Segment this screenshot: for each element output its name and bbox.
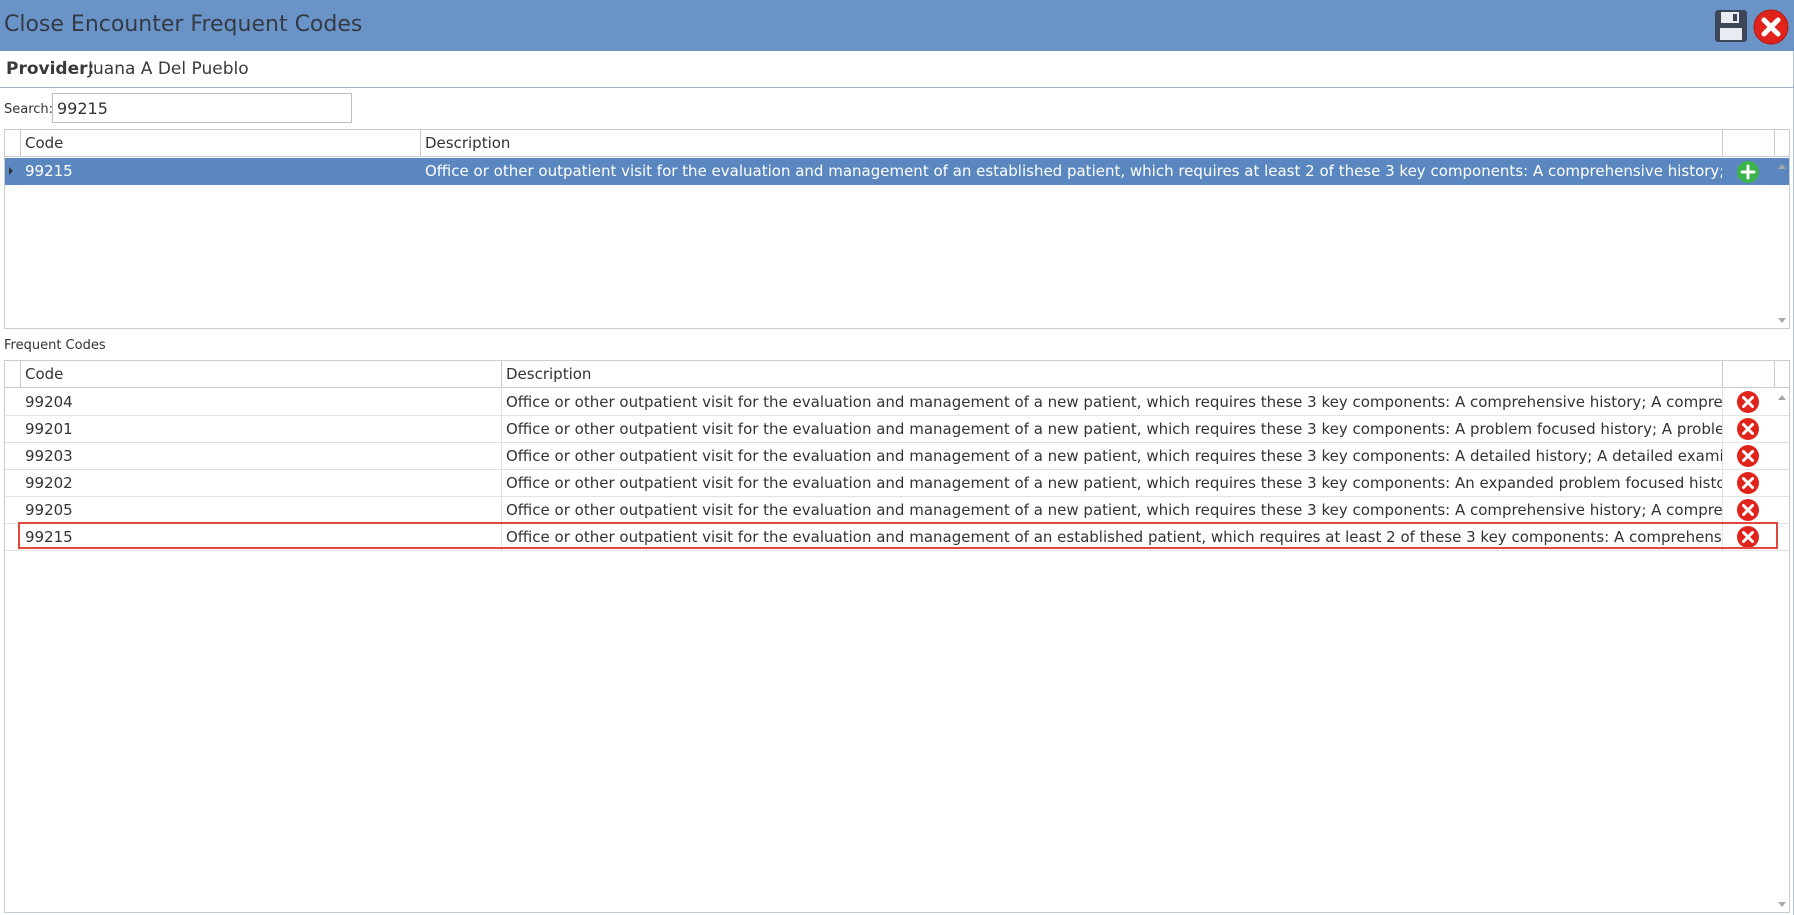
action-column-header (1723, 130, 1775, 157)
frequent-code-row[interactable]: 99203 Office or other outpatient visit f… (5, 443, 1789, 470)
frequent-codes-window: Close Encounter Frequent Codes Provider:… (0, 0, 1794, 915)
code-cell: 99203 (21, 443, 502, 470)
scroll-down-arrow-icon[interactable] (1778, 902, 1786, 907)
red-x-remove-icon (1737, 526, 1759, 548)
row-indicator-header (5, 361, 21, 388)
frequent-code-row[interactable]: 99201 Office or other outpatient visit f… (5, 416, 1789, 443)
remove-code-button[interactable] (1736, 390, 1760, 414)
scroll-up-arrow-icon[interactable] (1778, 395, 1786, 400)
code-cell: 99215 (21, 524, 502, 551)
provider-name: Juana A Del Pueblo (88, 59, 249, 79)
frequent-code-row[interactable]: 99215 Office or other outpatient visit f… (5, 524, 1789, 551)
code-cell: 99202 (21, 470, 502, 497)
description-cell: Office or other outpatient visit for the… (502, 443, 1723, 470)
green-plus-add-icon (1737, 161, 1759, 183)
frequent-code-row[interactable]: 99205 Office or other outpatient visit f… (5, 497, 1789, 524)
frequent-codes-label: Frequent Codes (4, 338, 106, 353)
search-result-row[interactable]: 99215 Office or other outpatient visit f… (5, 158, 1789, 185)
remove-code-button[interactable] (1736, 525, 1760, 549)
close-button[interactable] (1752, 8, 1790, 46)
description-column-header[interactable]: Description (502, 361, 1723, 388)
remove-code-button[interactable] (1736, 444, 1760, 468)
description-cell: Office or other outpatient visit for the… (502, 524, 1723, 551)
red-x-remove-icon (1737, 445, 1759, 467)
code-column-header[interactable]: Code (21, 361, 502, 388)
description-cell: Office or other outpatient visit for the… (502, 470, 1723, 497)
code-cell: 99201 (21, 416, 502, 443)
code-cell: 99204 (21, 389, 502, 416)
search-results-grid: Code Description 99215 Office or other o… (4, 129, 1790, 329)
red-x-remove-icon (1737, 391, 1759, 413)
frequent-code-row[interactable]: 99202 Office or other outpatient visit f… (5, 470, 1789, 497)
row-indicator-arrow-icon (9, 167, 13, 175)
red-x-remove-icon (1737, 472, 1759, 494)
frequent-codes-grid: Code Description 99204 Office or other o… (4, 360, 1790, 913)
save-button[interactable] (1713, 8, 1749, 44)
close-window-icon (1753, 9, 1789, 45)
search-label: Search: (4, 102, 54, 117)
provider-bar: Provider: Juana A Del Pueblo (0, 51, 1794, 88)
frequent-codes-header: Code Description (5, 361, 1789, 388)
window-title: Close Encounter Frequent Codes (4, 12, 363, 37)
provider-label: Provider: (6, 59, 95, 79)
description-cell: Office or other outpatient visit for the… (502, 497, 1723, 524)
search-input[interactable] (52, 93, 352, 123)
code-cell: 99205 (21, 497, 502, 524)
code-cell: 99215 (21, 158, 421, 185)
scroll-up-arrow-icon[interactable] (1778, 164, 1786, 169)
remove-code-button[interactable] (1736, 471, 1760, 495)
description-cell: Office or other outpatient visit for the… (502, 389, 1723, 416)
remove-code-button[interactable] (1736, 417, 1760, 441)
description-column-header[interactable]: Description (421, 130, 1723, 157)
frequent-code-row[interactable]: 99204 Office or other outpatient visit f… (5, 389, 1789, 416)
description-cell: Office or other outpatient visit for the… (502, 416, 1723, 443)
description-cell: Office or other outpatient visit for the… (421, 158, 1723, 185)
remove-code-button[interactable] (1736, 498, 1760, 522)
action-column-header (1723, 361, 1775, 388)
search-results-header: Code Description (5, 130, 1789, 157)
row-indicator-header (5, 130, 21, 157)
floppy-disk-save-icon (1715, 10, 1747, 42)
title-bar: Close Encounter Frequent Codes (0, 0, 1794, 51)
red-x-remove-icon (1737, 499, 1759, 521)
code-column-header[interactable]: Code (21, 130, 421, 157)
add-code-button[interactable] (1736, 160, 1760, 184)
red-x-remove-icon (1737, 418, 1759, 440)
scroll-down-arrow-icon[interactable] (1778, 318, 1786, 323)
